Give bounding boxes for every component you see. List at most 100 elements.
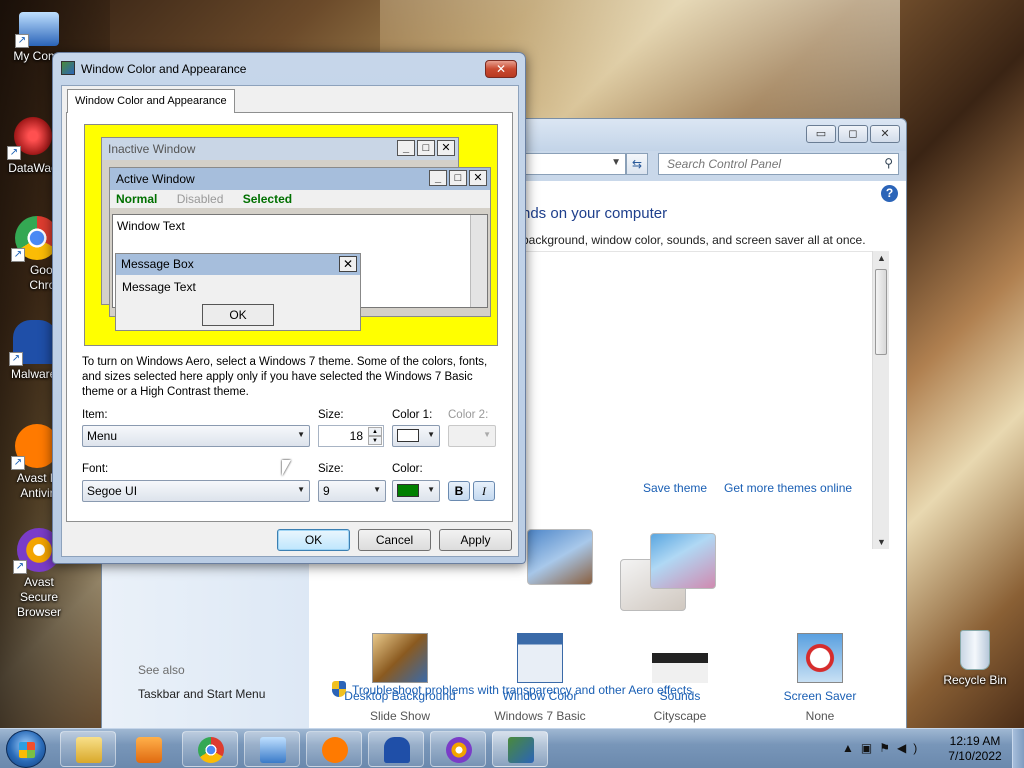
theme-thumbnail[interactable] xyxy=(650,533,716,589)
italic-button[interactable]: I xyxy=(473,481,495,501)
taskbar: ▲▣⚑◀) 12:19 AM 7/10/2022 xyxy=(0,728,1024,768)
color2-label: Color 2: xyxy=(448,409,489,421)
show-desktop-button[interactable] xyxy=(1012,729,1024,768)
scroll-up-icon[interactable]: ▲ xyxy=(877,253,886,263)
address-bar[interactable]: ▼ xyxy=(522,153,626,175)
font-label: Font: xyxy=(82,463,109,475)
taskbar-appearance-dialog[interactable] xyxy=(492,731,548,767)
message-box-preview[interactable]: Message Box ✕ Message Text OK xyxy=(115,253,361,331)
preview-scrollbar xyxy=(470,215,487,307)
taskbar-media-player[interactable] xyxy=(120,731,176,767)
spin-up-icon[interactable]: ▲ xyxy=(368,427,382,436)
chevron-down-icon: ▼ xyxy=(297,485,305,494)
start-button[interactable] xyxy=(6,730,46,768)
font-size-select[interactable]: 9 ▼ xyxy=(318,480,386,502)
theme-list[interactable] xyxy=(522,251,888,549)
desktop-icon-label: Recycle Bin xyxy=(943,673,1007,687)
active-window-buttons: _ □ ✕ xyxy=(429,170,487,186)
control-panel-window-controls: ▭ ◻ ✕ xyxy=(806,125,900,143)
malwarebytes-icon: ↗ xyxy=(9,320,57,366)
search-input[interactable]: Search Control Panel ⚲ xyxy=(658,153,899,175)
appearance-preview[interactable]: Inactive Window _ □ ✕ Active Window _ □ ✕ No… xyxy=(84,124,498,346)
show-hidden-icons-icon[interactable]: ▲ xyxy=(842,741,861,755)
size-spinner[interactable]: 18 ▲ ▼ xyxy=(318,425,384,447)
close-button[interactable]: ✕ xyxy=(870,125,900,143)
refresh-button[interactable]: ⇆ xyxy=(626,153,648,175)
search-icon[interactable]: ⚲ xyxy=(884,156,893,170)
scroll-thumb[interactable] xyxy=(875,269,887,355)
cancel-button[interactable]: Cancel xyxy=(358,529,431,551)
menu-selected: Selected xyxy=(242,192,293,206)
font-color-label: Color: xyxy=(392,463,423,475)
help-icon[interactable]: ? xyxy=(881,185,898,202)
chevron-down-icon: ▼ xyxy=(427,430,435,439)
taskbar-chrome[interactable] xyxy=(182,731,238,767)
troubleshoot-link[interactable]: Troubleshoot problems with transparency … xyxy=(332,681,692,697)
font-value: Segoe UI xyxy=(87,484,138,498)
desktop-icon-recycle-bin[interactable]: Recycle Bin xyxy=(930,630,1020,688)
chrome-icon xyxy=(198,737,224,763)
taskbar-avast-browser[interactable] xyxy=(430,731,486,767)
inactive-window-buttons: _ □ ✕ xyxy=(397,140,455,156)
save-theme-link[interactable]: Save theme xyxy=(643,481,707,495)
taskbar-start-menu-link[interactable]: Taskbar and Start Menu xyxy=(138,687,265,701)
tab-window-color[interactable]: Window Color and Appearance xyxy=(67,89,235,113)
taskbar-control-panel[interactable] xyxy=(244,731,300,767)
sounds-icon xyxy=(652,633,708,683)
minimize-button[interactable]: ▭ xyxy=(806,125,836,143)
theme-list-scrollbar[interactable]: ▲ ▼ xyxy=(872,251,889,549)
desktop-background-item[interactable]: Desktop Background Slide Show xyxy=(330,633,470,723)
clock-time: 12:19 AM xyxy=(949,734,1001,748)
chevron-down-icon: ▼ xyxy=(373,485,381,494)
window-color-dialog: Window Color and Appearance ✕ Window Col… xyxy=(52,52,526,564)
see-also-heading: See also xyxy=(138,663,185,677)
item-select[interactable]: Menu ▼ xyxy=(82,425,310,447)
theme-thumbnail[interactable] xyxy=(527,529,593,585)
color1-picker[interactable]: ▼ xyxy=(392,425,440,447)
minimize-icon: _ xyxy=(429,170,447,186)
taskbar-explorer[interactable] xyxy=(60,731,116,767)
close-icon: ✕ xyxy=(437,140,455,156)
network-icon[interactable]: ▣ xyxy=(861,741,879,755)
screen-saver-item[interactable]: Screen Saver None xyxy=(750,633,890,723)
taskbar-malwarebytes[interactable] xyxy=(368,731,424,767)
bold-button[interactable]: B xyxy=(448,481,470,501)
taskbar-clock[interactable]: 12:19 AM 7/10/2022 xyxy=(940,734,1010,764)
get-more-themes-link[interactable]: Get more themes online xyxy=(724,481,852,495)
scroll-down-icon[interactable]: ▼ xyxy=(877,537,886,547)
chevron-down-icon[interactable]: ▼ xyxy=(611,157,621,168)
size-label: Size: xyxy=(318,409,344,421)
volume-icon[interactable]: ◀) xyxy=(897,741,924,755)
taskbar-avast[interactable] xyxy=(306,731,362,767)
maximize-icon: □ xyxy=(417,140,435,156)
avast-icon xyxy=(322,737,348,763)
spin-down-icon[interactable]: ▼ xyxy=(368,436,382,445)
font-size-value: 9 xyxy=(323,484,330,498)
window-text: Window Text xyxy=(117,219,185,233)
system-tray[interactable]: ▲▣⚑◀) xyxy=(842,741,924,755)
font-color-picker[interactable]: ▼ xyxy=(392,480,440,502)
page-title: nds on your computer xyxy=(522,205,668,222)
malwarebytes-icon xyxy=(384,737,410,763)
window-color-item[interactable]: Window Color Windows 7 Basic xyxy=(470,633,610,723)
close-icon: ✕ xyxy=(469,170,487,186)
apply-button[interactable]: Apply xyxy=(439,529,512,551)
message-box-titlebar: Message Box ✕ xyxy=(116,254,360,275)
maximize-icon: □ xyxy=(449,170,467,186)
desktop-background-icon xyxy=(372,633,428,683)
menu-disabled: Disabled xyxy=(176,192,224,206)
aero-info-text: To turn on Windows Aero, select a Window… xyxy=(82,356,488,398)
font-select[interactable]: Segoe UI ▼ xyxy=(82,480,310,502)
dialog-close-button[interactable]: ✕ xyxy=(485,60,517,78)
sounds-item[interactable]: Sounds Cityscape xyxy=(610,633,750,723)
windows-logo-icon xyxy=(19,742,35,758)
ok-button[interactable]: OK xyxy=(277,529,350,551)
action-center-icon[interactable]: ⚑ xyxy=(879,741,897,755)
screen-saver-value: None xyxy=(805,709,835,723)
maximize-button[interactable]: ◻ xyxy=(838,125,868,143)
color2-picker: ▼ xyxy=(448,425,496,447)
search-placeholder: Search Control Panel xyxy=(667,157,782,171)
chevron-down-icon: ▼ xyxy=(427,485,435,494)
screen-saver-icon xyxy=(797,633,843,683)
page-subtitle: background, window color, sounds, and sc… xyxy=(522,233,866,247)
